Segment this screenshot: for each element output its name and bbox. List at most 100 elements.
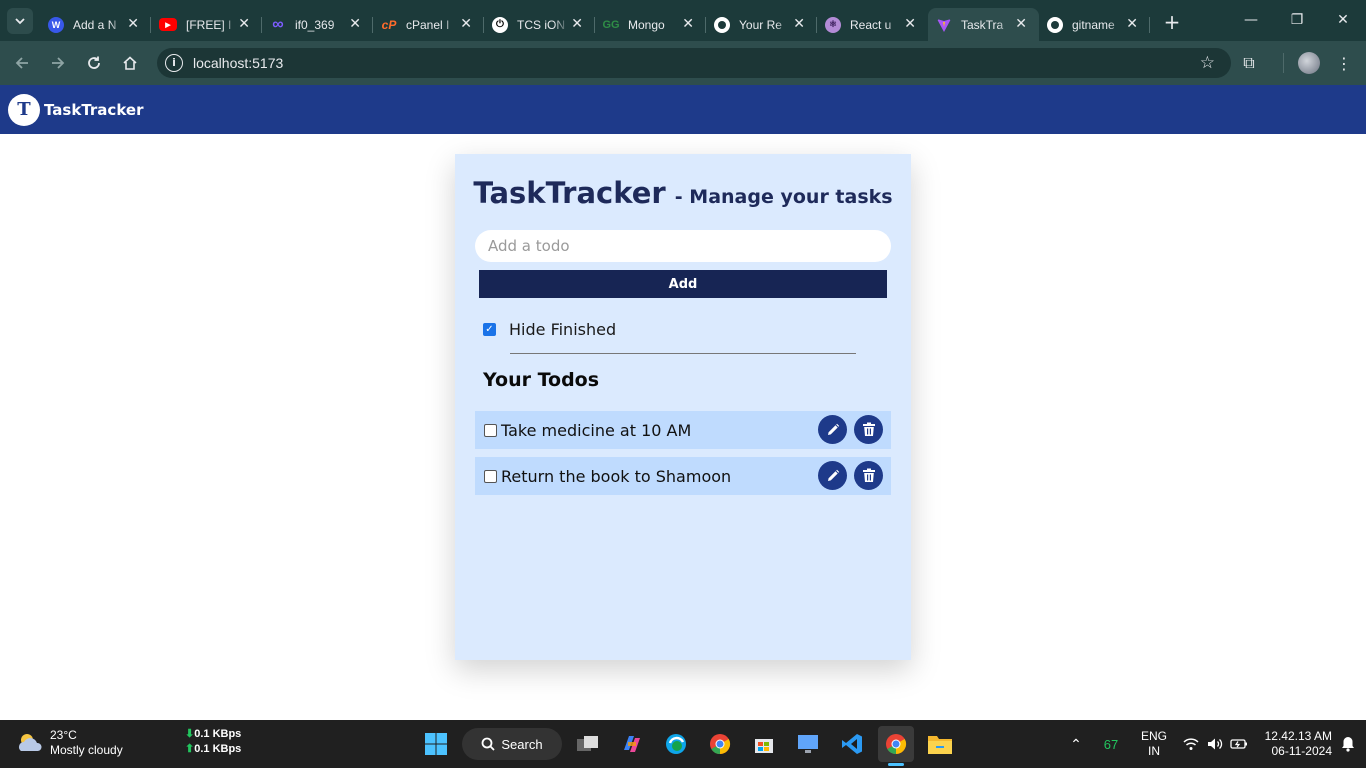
tab-list: W Add a N ✕ ▶ [FREE] I ✕ ∞ if0_369 ✕ cP … xyxy=(40,0,1186,41)
active-indicator xyxy=(888,763,904,766)
bookmark-star-icon[interactable]: ☆ xyxy=(1200,53,1215,73)
clock[interactable]: 12.42.13 AM 06-11-2024 xyxy=(1256,720,1332,768)
home-button[interactable] xyxy=(112,45,148,81)
toolbar-right: ⧉ ⋮ xyxy=(1231,41,1366,85)
taskbar-search[interactable]: Search xyxy=(462,728,562,760)
back-button[interactable] xyxy=(4,45,40,81)
app-logo[interactable]: T xyxy=(8,93,40,126)
tab-title: [FREE] I xyxy=(186,17,232,32)
close-icon[interactable]: ✕ xyxy=(571,15,583,32)
vscode-icon[interactable] xyxy=(834,726,870,762)
taskbar-apps: Search xyxy=(418,726,966,766)
close-icon[interactable]: ✕ xyxy=(1126,15,1138,32)
todos-heading: Your Todos xyxy=(483,369,600,391)
browser-tab[interactable]: cP cPanel I ✕ xyxy=(373,8,484,41)
close-icon[interactable]: ✕ xyxy=(238,15,250,32)
profile-avatar[interactable] xyxy=(1298,52,1320,74)
close-icon[interactable]: ✕ xyxy=(127,15,139,32)
more-menu-icon[interactable]: ⋮ xyxy=(1334,54,1354,73)
browser-tab[interactable]: W Add a N ✕ xyxy=(40,8,151,41)
chevron-down-icon xyxy=(15,17,25,24)
search-icon xyxy=(481,737,496,751)
upload-arrow-icon: ⬆ xyxy=(185,743,195,755)
app-brand[interactable]: TaskTracker xyxy=(44,101,143,119)
start-button[interactable] xyxy=(418,726,454,762)
extensions-icon[interactable]: ⧉ xyxy=(1231,53,1267,73)
edge-icon[interactable] xyxy=(658,726,694,762)
copilot-icon[interactable] xyxy=(614,726,650,762)
clock-date: 06-11-2024 xyxy=(1271,744,1333,758)
browser-tab[interactable]: ⚛ React u ✕ xyxy=(817,8,928,41)
file-explorer-icon[interactable] xyxy=(922,726,958,762)
browser-tab[interactable]: Your Re ✕ xyxy=(706,8,817,41)
delete-button[interactable] xyxy=(854,415,883,444)
close-icon[interactable]: ✕ xyxy=(1015,15,1027,32)
address-bar[interactable]: i localhost:5173 ☆ xyxy=(157,48,1231,78)
close-icon[interactable]: ✕ xyxy=(682,15,694,32)
weather-widget[interactable]: 23°C Mostly cloudy xyxy=(16,728,123,758)
net-up: 0.1 KBps xyxy=(194,743,242,755)
window-controls: — ❐ ✕ xyxy=(1228,0,1366,41)
close-icon[interactable]: ✕ xyxy=(793,15,805,32)
lang-top: ENG xyxy=(1140,729,1167,743)
browser-tab[interactable]: GG Mongo ✕ xyxy=(595,8,706,41)
reload-icon xyxy=(88,56,100,69)
edit-button[interactable] xyxy=(818,415,847,444)
infinity-icon: ∞ xyxy=(272,15,284,33)
address-url[interactable]: localhost:5173 xyxy=(193,55,283,71)
close-icon[interactable]: ✕ xyxy=(349,15,361,32)
todo-checkbox[interactable] xyxy=(484,423,497,437)
browser-tab[interactable]: gitname ✕ xyxy=(1039,8,1150,41)
hide-finished-checkbox[interactable]: ✓ xyxy=(483,323,496,336)
microsoft-store-icon[interactable] xyxy=(746,726,782,762)
network-speed: ⬇0.1 KBps ⬆0.1 KBps xyxy=(185,727,241,757)
delete-button[interactable] xyxy=(854,461,883,490)
github-icon xyxy=(1047,16,1063,33)
reload-button[interactable] xyxy=(76,45,112,81)
tray-count[interactable]: 67 xyxy=(1096,720,1126,768)
edit-button[interactable] xyxy=(818,461,847,490)
forward-button[interactable] xyxy=(40,45,76,81)
close-icon[interactable]: ✕ xyxy=(460,15,472,32)
app-navbar: T TaskTracker xyxy=(0,85,1366,134)
tab-title: React u xyxy=(850,17,892,32)
browser-tab[interactable]: ⏻ TCS iON ✕ xyxy=(484,8,595,41)
tab-title: TCS iON xyxy=(517,17,565,32)
notification-bell-icon[interactable] xyxy=(1338,720,1358,768)
cloudy-weather-icon xyxy=(19,734,42,751)
tray-overflow-icon[interactable]: ⌃ xyxy=(1064,720,1088,768)
task-view-icon[interactable] xyxy=(570,726,606,762)
divider xyxy=(510,353,856,354)
todo-checkbox[interactable] xyxy=(484,469,497,483)
tab-title: if0_369 xyxy=(295,17,335,32)
react-icon: ⚛ xyxy=(825,16,841,33)
pencil-icon xyxy=(827,469,839,481)
browser-tab[interactable]: ∞ if0_369 ✕ xyxy=(262,8,373,41)
close-icon[interactable]: ✕ xyxy=(904,15,916,32)
chrome-icon[interactable] xyxy=(702,726,738,762)
browser-tab[interactable]: ▶ [FREE] I ✕ xyxy=(151,8,262,41)
language-indicator[interactable]: ENG IN xyxy=(1134,720,1174,768)
clock-time: 12.42.13 AM xyxy=(1264,729,1332,743)
title-main: TaskTracker xyxy=(473,176,666,210)
tab-search-button[interactable] xyxy=(7,7,33,34)
add-button[interactable]: Add xyxy=(479,270,887,298)
site-info-icon[interactable]: i xyxy=(165,54,183,72)
browser-toolbar: i localhost:5173 ☆ ⧉ ⋮ xyxy=(0,41,1366,85)
browser-tab-strip: W Add a N ✕ ▶ [FREE] I ✕ ∞ if0_369 ✕ cP … xyxy=(0,0,1366,41)
hide-finished-row: ✓ Hide Finished xyxy=(483,320,616,339)
volume-icon[interactable] xyxy=(1204,720,1226,768)
battery-icon[interactable] xyxy=(1228,720,1250,768)
wifi-icon[interactable] xyxy=(1180,720,1202,768)
todo-input[interactable] xyxy=(475,230,891,262)
trash-icon xyxy=(862,422,875,436)
browser-tab-active[interactable]: TaskTra ✕ xyxy=(928,8,1039,41)
close-window-icon[interactable]: ✕ xyxy=(1320,0,1366,41)
new-tab-button[interactable]: + xyxy=(1158,10,1186,34)
restore-icon[interactable]: ❐ xyxy=(1274,0,1320,41)
hide-finished-label[interactable]: Hide Finished xyxy=(509,320,616,339)
remote-desktop-icon[interactable] xyxy=(790,726,826,762)
minimize-icon[interactable]: — xyxy=(1228,0,1274,41)
chrome-active-icon[interactable] xyxy=(878,726,914,766)
todo-item: Return the book to Shamoon xyxy=(475,457,891,495)
